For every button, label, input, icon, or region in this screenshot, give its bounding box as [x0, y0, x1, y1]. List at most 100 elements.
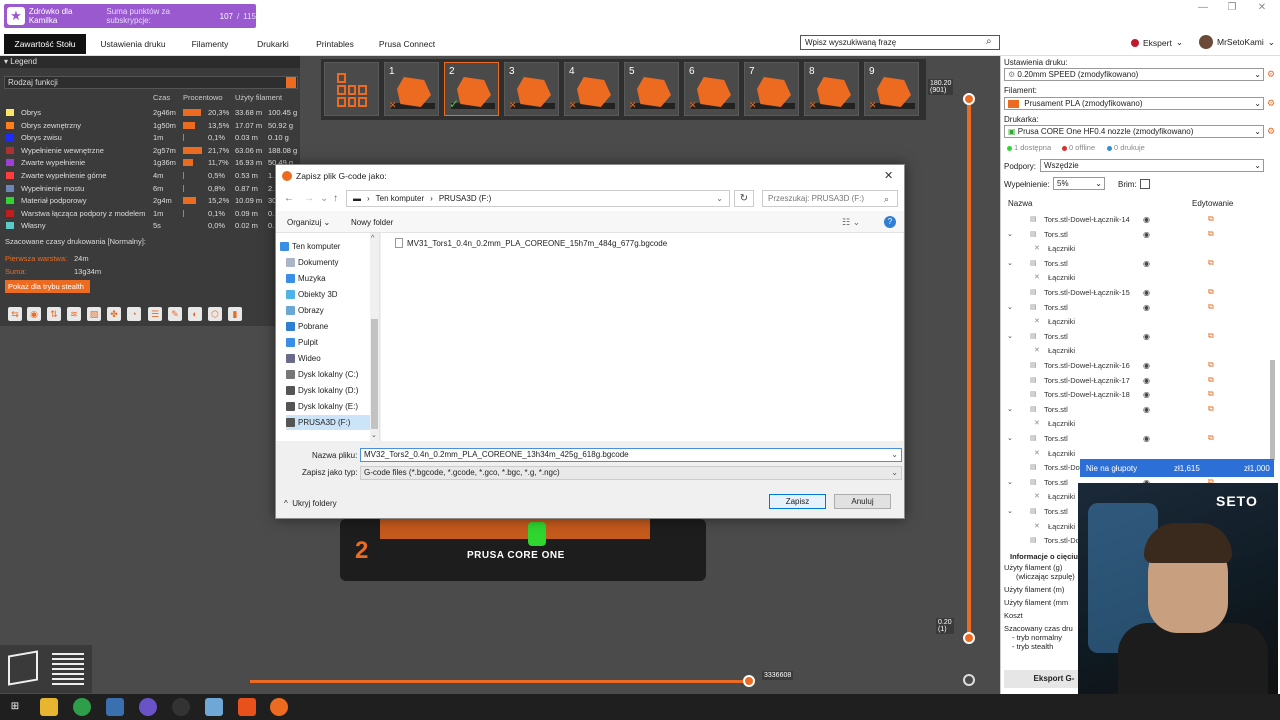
object-list-item[interactable]: Tors.stl-Dowel-Łącznik-16 ▤ ◉ ⧉	[1004, 359, 1272, 374]
organize-button[interactable]: Organizuj ⌄	[287, 218, 330, 227]
eye-icon[interactable]: ◉	[1143, 230, 1150, 239]
cancel-button[interactable]: Anuluj	[834, 494, 891, 509]
object-list-item[interactable]: Tors.stl-Dowel-Łącznik-17 ▤ ◉ ⧉	[1004, 374, 1272, 389]
tool-cube-icon[interactable]: ⬡	[208, 307, 222, 321]
print-settings-edit-icon[interactable]: ⚙	[1267, 69, 1275, 80]
eye-icon[interactable]: ◉	[1143, 376, 1150, 385]
dialog-search-input[interactable]: Przeszukaj: PRUSA3D (F:)	[762, 190, 898, 207]
scroll-down-icon[interactable]: ⌄	[371, 431, 377, 439]
3d-view-icon[interactable]	[8, 650, 38, 686]
up-icon[interactable]: ↑	[333, 193, 338, 204]
search-icon[interactable]: ⌕	[884, 194, 889, 205]
edit-icon[interactable]: ⧉	[1208, 302, 1214, 312]
folder-tree-item[interactable]: Pobrane	[286, 319, 376, 334]
folder-tree-item[interactable]: Dysk lokalny (E:)	[286, 399, 376, 414]
file-item[interactable]: MV31_Tors1_0.4n_0.2mm_PLA_COREONE_15h7m_…	[395, 238, 667, 248]
eye-icon[interactable]: ◉	[1143, 390, 1150, 399]
minimize-icon[interactable]: —	[1191, 2, 1215, 16]
folder-tree-item[interactable]: Obrazy	[286, 303, 376, 318]
tool-layers-icon[interactable]: ☰	[148, 307, 162, 321]
folder-tree-item[interactable]: Dokumenty	[286, 255, 376, 270]
object-list-item[interactable]: Łączniki ✕	[1004, 242, 1272, 257]
edit-icon[interactable]: ⧉	[1208, 389, 1214, 399]
tool-target-icon[interactable]: ◐	[188, 307, 202, 321]
object-tile[interactable]: 1 ✕	[384, 62, 439, 116]
printer-combo[interactable]: ▣ Prusa CORE One HF0.4 nozzle (zmodyfiko…	[1004, 125, 1264, 138]
edit-icon[interactable]: ⧉	[1208, 433, 1214, 443]
object-list-item[interactable]: Tors.stl-Dowel-Łącznik-15 ▤ ◉ ⧉	[1004, 286, 1272, 301]
object-list-item[interactable]: ⌄ Tors.stl ▤ ◉ ⧉	[1004, 403, 1272, 418]
brave-icon[interactable]	[238, 698, 256, 716]
eye-icon[interactable]: ◉	[1143, 303, 1150, 312]
help-icon[interactable]: ?	[884, 216, 896, 228]
folder-tree-item[interactable]: Obiekty 3D	[286, 287, 376, 302]
tool-color-icon[interactable]: ✤	[107, 307, 121, 321]
tab-printers[interactable]: Drukarki	[248, 34, 298, 54]
folder-tree-item[interactable]: Pulpit	[286, 335, 376, 350]
chevron-down-icon[interactable]: ⌄	[891, 449, 898, 461]
brim-checkbox[interactable]	[1140, 179, 1150, 189]
object-list-item[interactable]: Łączniki ✕	[1004, 271, 1272, 286]
chevron-down-icon[interactable]: ⌄	[1007, 405, 1013, 413]
hide-folders-toggle[interactable]: ^ Ukryj foldery	[284, 499, 337, 508]
chevron-down-icon[interactable]: ⌄	[1007, 478, 1013, 486]
address-bar[interactable]: ▬ › Ten komputer › PRUSA3D (F:) ⌄	[346, 190, 730, 207]
tool-retractions-icon[interactable]: ⇆	[8, 307, 22, 321]
all-objects-tile[interactable]	[324, 62, 379, 116]
supports-combo[interactable]: Wszędzie ⌄	[1040, 159, 1264, 172]
maximize-icon[interactable]: ❐	[1220, 2, 1244, 16]
edit-icon[interactable]: ⧉	[1208, 375, 1214, 385]
chevron-down-icon[interactable]: ⌄	[1007, 303, 1013, 311]
chevron-down-icon[interactable]: ⌄	[1007, 507, 1013, 515]
object-tile[interactable]: 7 ✕	[744, 62, 799, 116]
stealth-mode-button[interactable]: Pokaż dla trybu stealth	[5, 280, 90, 293]
obs-icon[interactable]	[172, 698, 190, 716]
object-tile[interactable]: 3 ✕	[504, 62, 559, 116]
eye-icon[interactable]: ◉	[1143, 405, 1150, 414]
new-folder-button[interactable]: Nowy folder	[351, 218, 393, 227]
layer-slider[interactable]	[967, 98, 971, 642]
tool-shells-icon[interactable]: ▧	[87, 307, 101, 321]
close-window-icon[interactable]: ✕	[1250, 2, 1274, 16]
back-icon[interactable]: ←	[284, 193, 294, 204]
folder-tree-item[interactable]: Dysk lokalny (C:)	[286, 367, 376, 382]
object-list-item[interactable]: ⌄ Tors.stl ▤ ◉ ⧉	[1004, 228, 1272, 243]
combo-arrow-icon[interactable]	[286, 77, 296, 88]
filament-edit-icon[interactable]: ⚙	[1267, 98, 1275, 109]
object-tile[interactable]: 2 ✓	[444, 62, 499, 116]
object-tile[interactable]: 5 ✕	[624, 62, 679, 116]
view-options-icon[interactable]: ☷ ⌄	[842, 217, 860, 228]
edit-icon[interactable]: ⧉	[1208, 214, 1214, 224]
object-list-item[interactable]: Łączniki ✕	[1004, 417, 1272, 432]
move-slider[interactable]	[250, 680, 750, 683]
chevron-down-icon[interactable]: ⌄	[1007, 230, 1013, 238]
layer-slider-top-handle[interactable]	[963, 93, 975, 105]
tool-wipe-icon[interactable]: ◉	[27, 307, 41, 321]
chevron-down-icon[interactable]: ⌄	[1007, 332, 1013, 340]
layer-slider-bottom-handle[interactable]	[963, 632, 975, 644]
edit-icon[interactable]: ⧉	[1208, 229, 1214, 239]
move-slider-handle[interactable]	[743, 675, 755, 687]
preview-layers-icon[interactable]	[52, 653, 84, 685]
tab-filaments[interactable]: Filamenty	[180, 34, 240, 54]
object-list-item[interactable]: ⌄ Tors.stl ▤ ◉ ⧉	[1004, 301, 1272, 316]
close-icon[interactable]: ✕	[884, 169, 893, 182]
eye-icon[interactable]: ◉	[1143, 434, 1150, 443]
mode-selector[interactable]: Ekspert ⌄	[1131, 37, 1183, 48]
object-list-item[interactable]: ⌄ Tors.stl ▤ ◉ ⧉	[1004, 432, 1272, 447]
print-settings-combo[interactable]: ⚙ 0.20mm SPEED (zmodyfikowano) ⌄	[1004, 68, 1264, 81]
app-icon[interactable]	[205, 698, 223, 716]
folder-tree-item[interactable]: Dysk lokalny (D:)	[286, 383, 376, 398]
app-icon[interactable]	[106, 698, 124, 716]
object-list-item[interactable]: Tors.stl-Dowel-Łącznik-14 ▤ ◉ ⧉	[1004, 213, 1272, 228]
tool-seams-icon[interactable]: ⇅	[47, 307, 61, 321]
folder-tree-item[interactable]: PRUSA3D (F:)	[286, 415, 376, 430]
object-list-item[interactable]: Łączniki ✕	[1004, 344, 1272, 359]
folder-tree-item[interactable]: Wideo	[286, 351, 376, 366]
edit-icon[interactable]: ⧉	[1208, 287, 1214, 297]
save-button[interactable]: Zapisz	[769, 494, 826, 509]
scroll-thumb[interactable]	[371, 319, 378, 429]
filament-combo[interactable]: Prusament PLA (zmodyfikowano) ⌄	[1004, 97, 1264, 110]
chevron-down-icon[interactable]: ⌄	[716, 191, 723, 206]
chevron-down-icon[interactable]: ⌄	[1007, 434, 1013, 442]
